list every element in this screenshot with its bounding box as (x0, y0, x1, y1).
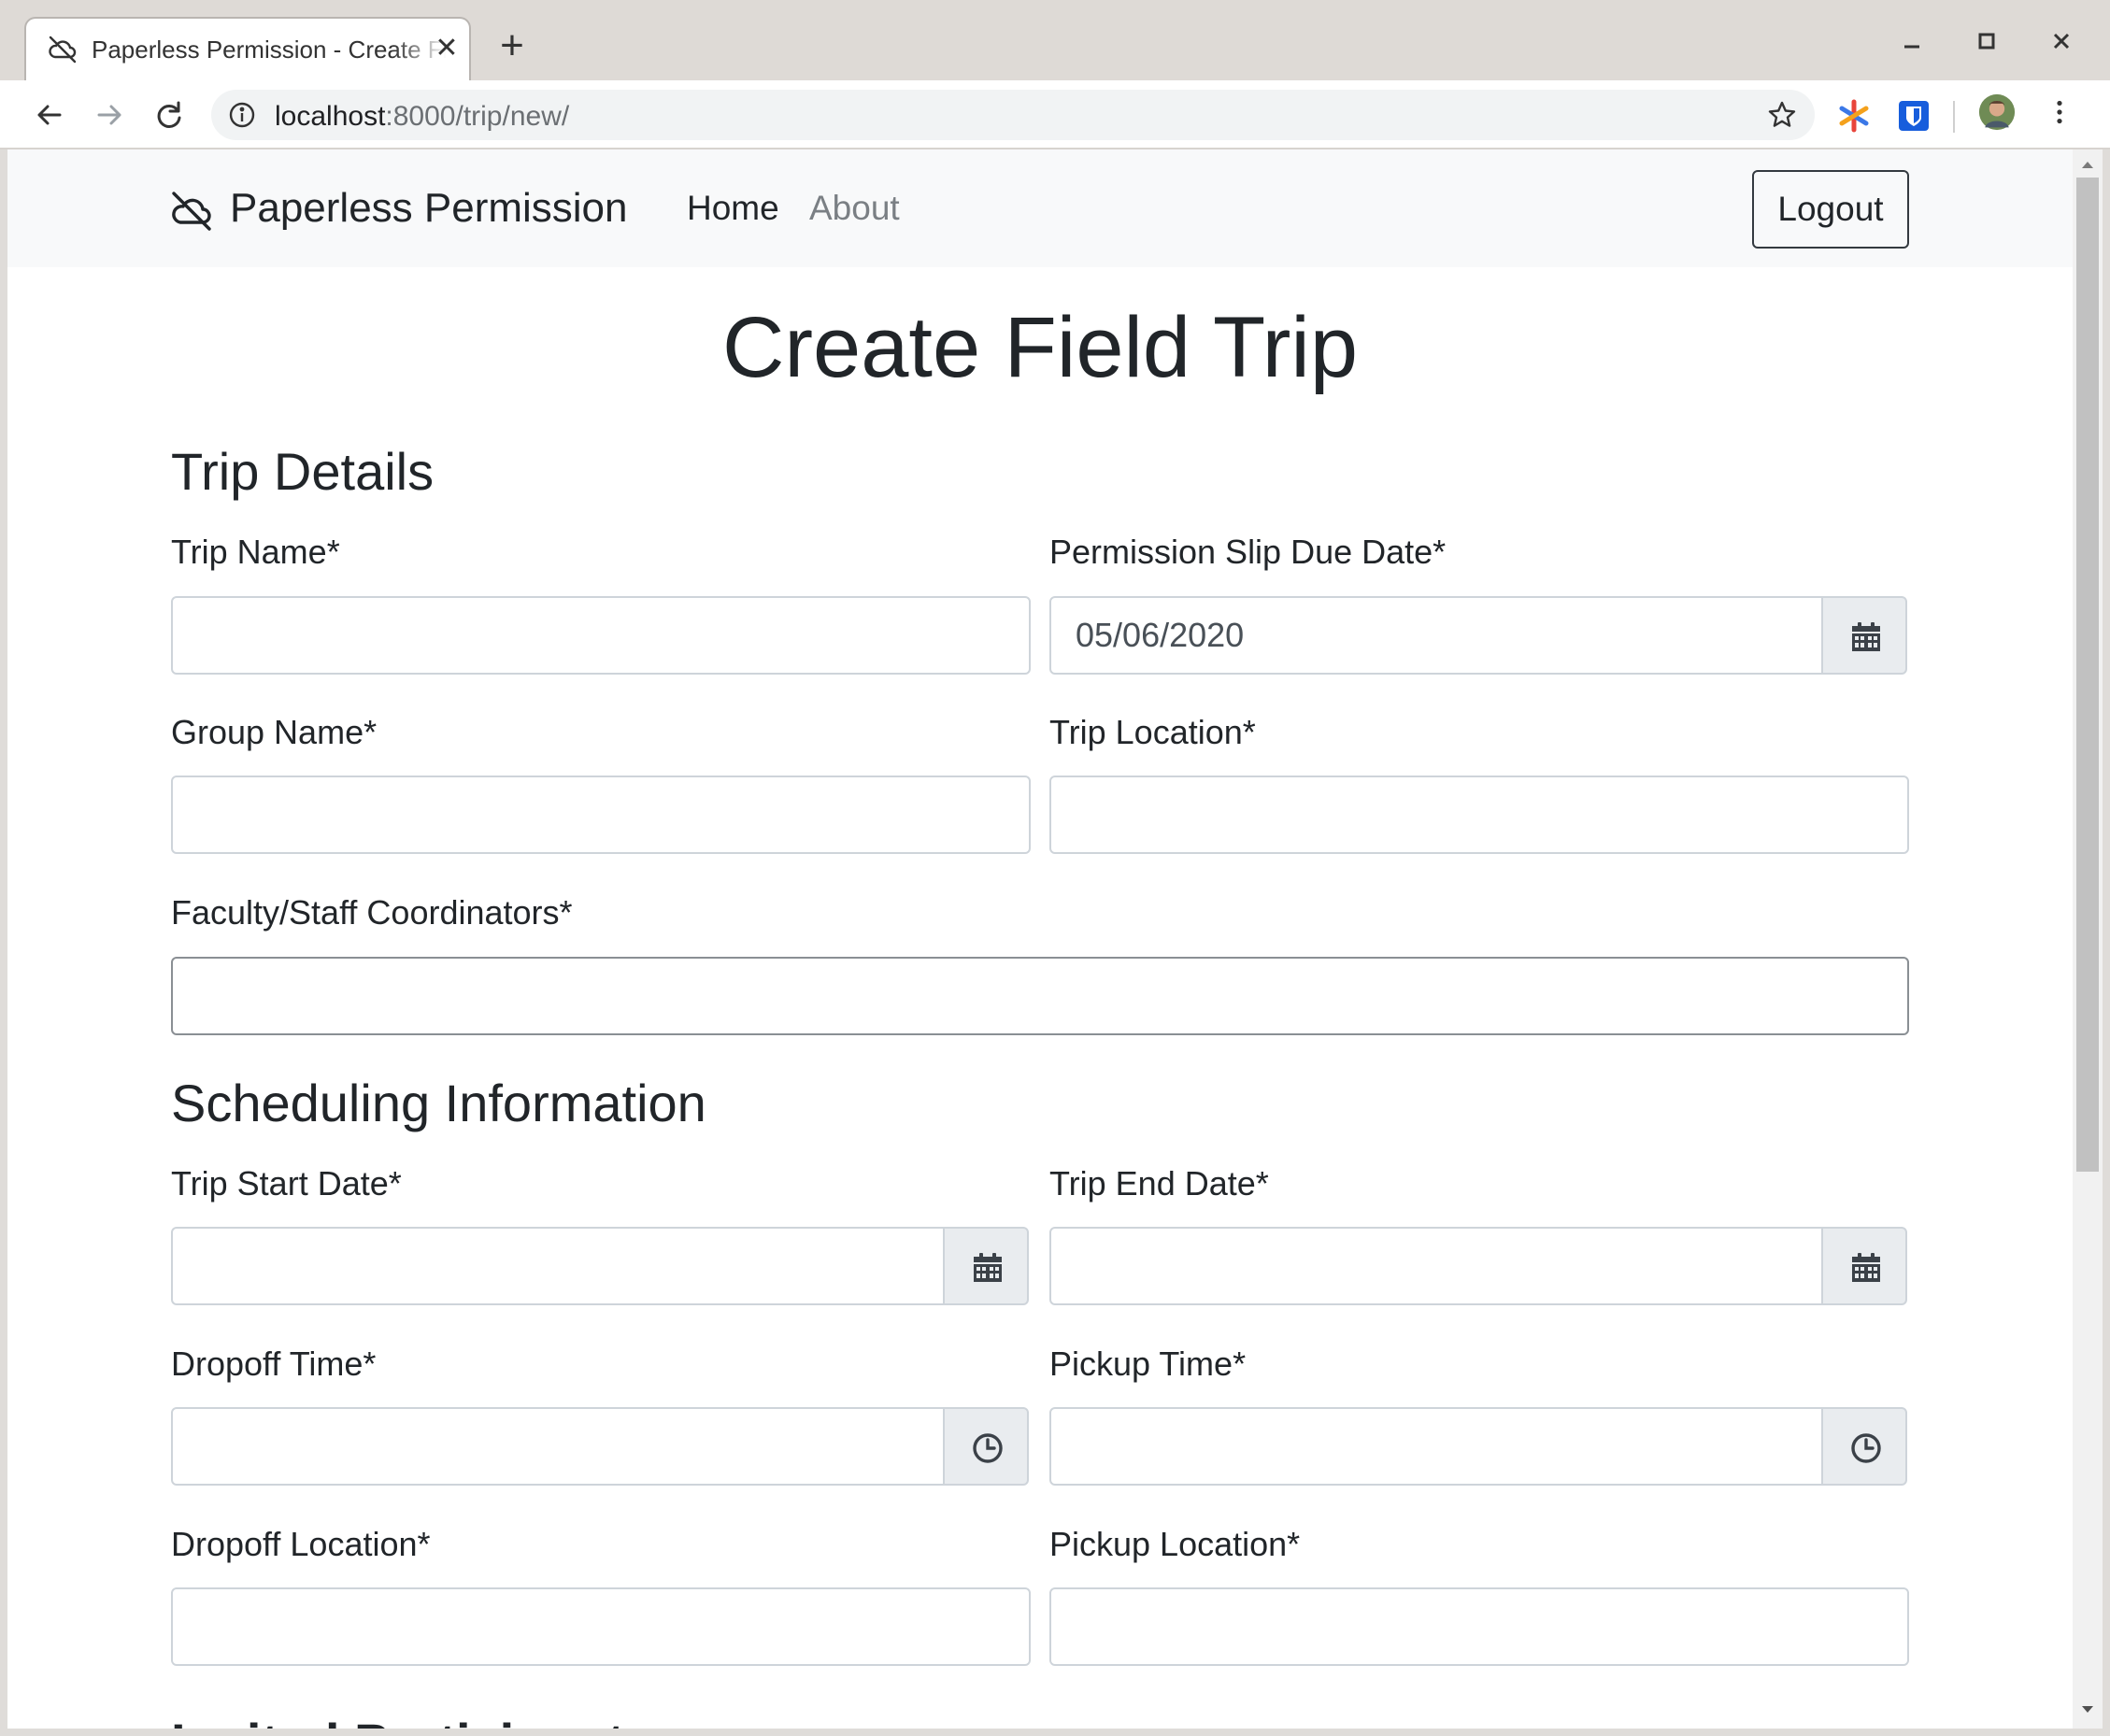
browser-tab-strip: Paperless Permission - Create Field Trip… (0, 0, 2110, 80)
scrollbar-thumb[interactable] (2076, 178, 2099, 1172)
minimize-icon[interactable] (1891, 21, 1932, 62)
end-date-input[interactable] (1049, 1227, 1823, 1305)
dropoff-time-label: Dropoff Time* (171, 1345, 377, 1383)
profile-avatar[interactable] (1978, 93, 2019, 135)
forward-icon[interactable] (86, 92, 133, 138)
start-date-label: Trip Start Date* (171, 1164, 402, 1202)
page-viewport: Paperless Permission Home About Logout C… (7, 149, 2073, 1729)
scroll-up-arrow-icon[interactable] (2073, 153, 2103, 176)
brand-name[interactable]: Paperless Permission (230, 185, 628, 232)
start-date-picker-button[interactable] (943, 1227, 1029, 1305)
bitwarden-shield-icon[interactable] (1895, 97, 1932, 135)
dropoff-location-input[interactable] (171, 1587, 1031, 1666)
toolbar-separator (1953, 101, 1955, 133)
browser-toolbar: localhost:8000/trip/new/ (0, 80, 2110, 149)
pickup-time-picker-button[interactable] (1821, 1407, 1907, 1486)
scroll-down-arrow-icon[interactable] (2073, 1699, 2103, 1721)
coordinators-input[interactable] (171, 957, 1909, 1035)
nav-about-link[interactable]: About (809, 189, 900, 228)
tab-title: Paperless Permission - Create Field Trip (92, 36, 447, 64)
back-icon[interactable] (26, 92, 73, 138)
trip-location-input[interactable] (1049, 776, 1909, 854)
due-date-label: Permission Slip Due Date* (1049, 533, 1447, 571)
site-info-icon[interactable] (228, 101, 256, 129)
clock-icon (973, 1433, 1003, 1463)
end-date-picker-button[interactable] (1821, 1227, 1907, 1305)
group-name-label: Group Name* (171, 713, 378, 751)
reload-icon[interactable] (146, 92, 192, 138)
bookmark-star-icon[interactable] (1766, 99, 1798, 131)
extension-asterisk-icon[interactable] (1835, 97, 1873, 135)
section-heading-invited: Invited Participants (171, 1712, 654, 1729)
trip-location-label: Trip Location* (1049, 713, 1256, 751)
paperless-cloud-icon[interactable] (168, 189, 215, 232)
pickup-location-label: Pickup Location* (1049, 1525, 1301, 1563)
pickup-location-input[interactable] (1049, 1587, 1909, 1666)
end-date-label: Trip End Date* (1049, 1164, 1269, 1202)
pickup-time-input[interactable] (1049, 1407, 1823, 1486)
nav-home-link[interactable]: Home (687, 189, 779, 228)
calendar-icon (1852, 622, 1880, 651)
url-text: localhost:8000/trip/new/ (275, 101, 570, 132)
section-heading-scheduling: Scheduling Information (171, 1074, 706, 1132)
dropoff-location-label: Dropoff Location* (171, 1525, 431, 1563)
section-heading-trip-details: Trip Details (171, 442, 435, 501)
calendar-icon (974, 1253, 1002, 1282)
trip-name-label: Trip Name* (171, 533, 340, 571)
browser-menu-icon[interactable] (2041, 93, 2078, 136)
paperless-cloud-icon (47, 34, 78, 65)
due-date-input[interactable] (1049, 596, 1823, 675)
close-window-icon[interactable] (2041, 21, 2082, 62)
trip-name-input[interactable] (171, 596, 1031, 675)
address-bar[interactable]: localhost:8000/trip/new/ (211, 90, 1815, 140)
coordinators-label: Faculty/Staff Coordinators* (171, 893, 573, 932)
new-tab-icon[interactable]: + (493, 24, 531, 67)
calendar-icon (1852, 1253, 1880, 1282)
site-navbar: Paperless Permission Home About Logout (7, 149, 2073, 267)
clock-icon (1851, 1433, 1881, 1463)
group-name-input[interactable] (171, 776, 1031, 854)
due-date-picker-button[interactable] (1821, 596, 1907, 675)
logout-button[interactable]: Logout (1752, 170, 1909, 249)
dropoff-time-input[interactable] (171, 1407, 945, 1486)
maximize-icon[interactable] (1966, 21, 2007, 62)
start-date-input[interactable] (171, 1227, 945, 1305)
pickup-time-label: Pickup Time* (1049, 1345, 1247, 1383)
browser-tab[interactable]: Paperless Permission - Create Field Trip… (24, 17, 471, 80)
dropoff-time-picker-button[interactable] (943, 1407, 1029, 1486)
page-title: Create Field Trip (721, 300, 1359, 395)
close-tab-icon[interactable]: ✕ (430, 32, 463, 65)
